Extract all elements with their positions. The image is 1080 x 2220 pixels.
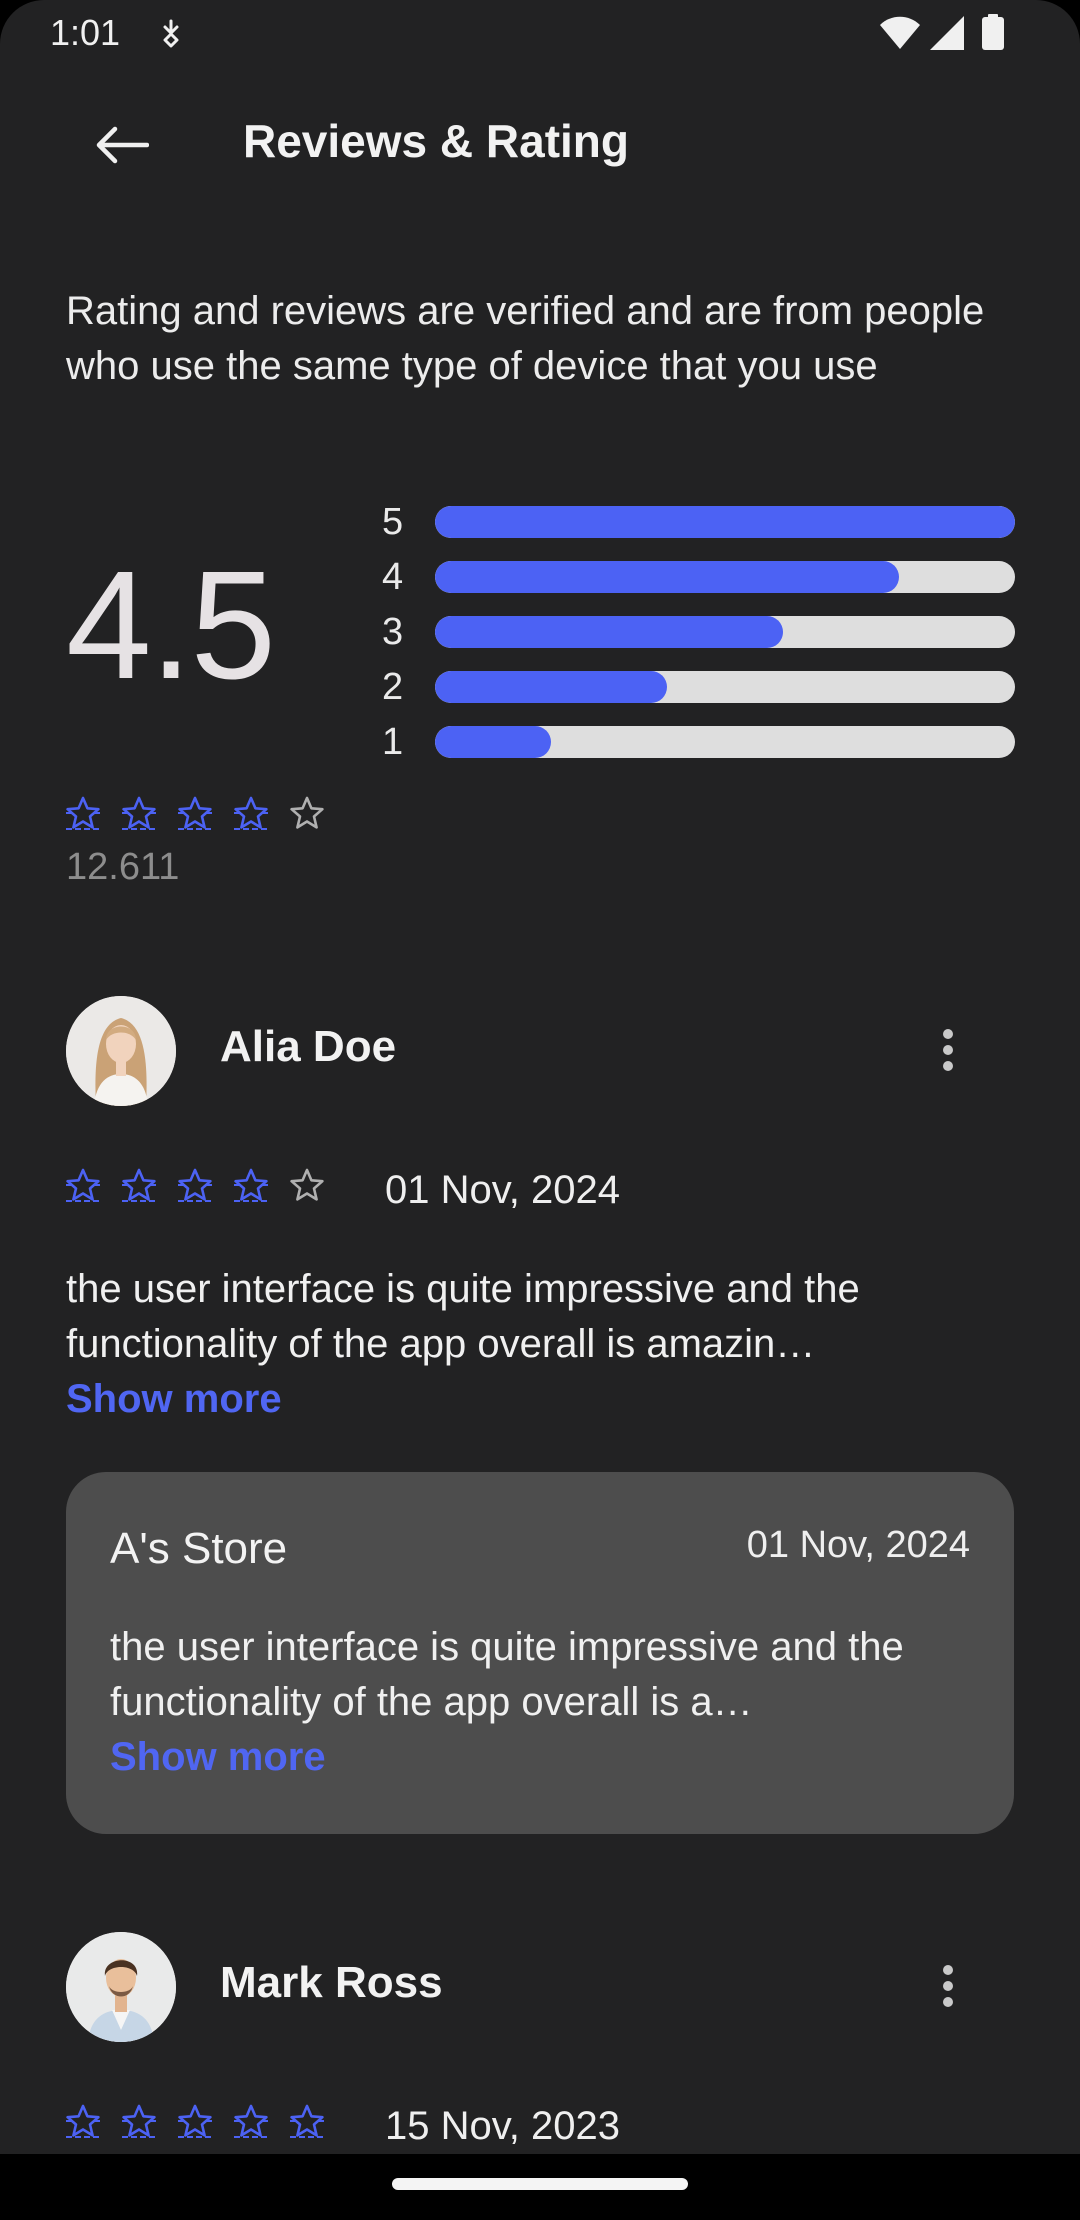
review-star-rating bbox=[66, 1168, 324, 1204]
reply-show-more-link[interactable]: Show more bbox=[110, 1730, 970, 1785]
average-rating: 4.5 bbox=[66, 539, 276, 711]
rating-bar-track bbox=[435, 506, 1015, 538]
more-vert-icon-dot bbox=[943, 1061, 953, 1071]
more-options-button[interactable] bbox=[926, 1020, 970, 1080]
rating-bar-row: 4 bbox=[380, 555, 1016, 610]
rating-distribution: 5 4 3 2 1 bbox=[380, 500, 1016, 775]
rating-bar-track bbox=[435, 671, 1015, 703]
more-vert-icon-dot bbox=[943, 1981, 953, 1991]
star-icon bbox=[66, 1168, 100, 1202]
avatar bbox=[66, 1932, 176, 2042]
back-button[interactable] bbox=[82, 110, 162, 180]
rating-bar-row: 5 bbox=[380, 500, 1016, 555]
review-body: the user interface is quite impressive a… bbox=[66, 1262, 1006, 1427]
show-more-link[interactable]: Show more bbox=[66, 1372, 1006, 1427]
reply-date: 01 Nov, 2024 bbox=[746, 1524, 970, 1566]
more-vert-icon-dot bbox=[943, 1997, 953, 2007]
page-title: Reviews & Rating bbox=[243, 115, 629, 167]
star-icon bbox=[290, 1168, 324, 1201]
rating-bar-track bbox=[435, 561, 1015, 593]
home-indicator[interactable] bbox=[392, 2178, 688, 2190]
star-icon bbox=[178, 1168, 212, 1202]
reviewer-name: Mark Ross bbox=[220, 1958, 443, 2007]
star-icon bbox=[122, 2104, 156, 2138]
navigation-bar bbox=[0, 2154, 1080, 2220]
reviewer-name: Alia Doe bbox=[220, 1022, 397, 1071]
rating-bar-row: 3 bbox=[380, 610, 1016, 665]
data-saver-icon bbox=[156, 18, 186, 53]
review-date: 01 Nov, 2024 bbox=[385, 1168, 620, 1212]
rating-bar-track bbox=[435, 726, 1015, 758]
review-date: 15 Nov, 2023 bbox=[385, 2104, 620, 2148]
reply-body: the user interface is quite impressive a… bbox=[110, 1620, 970, 1785]
star-icon bbox=[234, 1168, 268, 1202]
star-icon bbox=[234, 796, 268, 830]
star-rating bbox=[66, 796, 324, 832]
rating-bar-fill bbox=[435, 616, 783, 648]
reply-text: the user interface is quite impressive a… bbox=[110, 1625, 904, 1724]
arrow-left-icon bbox=[96, 126, 149, 164]
rating-bar-fill bbox=[435, 671, 667, 703]
star-icon bbox=[178, 796, 212, 830]
review-star-rating bbox=[66, 2104, 324, 2140]
star-icon bbox=[122, 1168, 156, 1202]
rating-bar-label: 2 bbox=[382, 666, 404, 708]
rating-bar-fill bbox=[435, 561, 899, 593]
more-vert-icon-dot bbox=[943, 1045, 953, 1055]
rating-bar-track bbox=[435, 616, 1015, 648]
status-bar: 1:01 bbox=[0, 0, 1080, 68]
more-vert-icon bbox=[943, 1029, 953, 1039]
rating-bar-label: 5 bbox=[382, 501, 404, 543]
star-icon bbox=[66, 2104, 100, 2138]
star-icon bbox=[234, 2104, 268, 2138]
rating-bar-label: 3 bbox=[382, 611, 404, 653]
star-icon bbox=[122, 796, 156, 830]
rating-bar-row: 2 bbox=[380, 665, 1016, 720]
rating-bar-fill bbox=[435, 506, 1015, 538]
developer-reply: A's Store 01 Nov, 2024 the user interfac… bbox=[66, 1472, 1014, 1834]
star-icon bbox=[290, 2104, 324, 2138]
star-icon bbox=[66, 796, 100, 830]
avatar bbox=[66, 996, 176, 1106]
status-time: 1:01 bbox=[50, 12, 121, 53]
signal-icon bbox=[930, 16, 964, 55]
reply-store-name: A's Store bbox=[110, 1524, 288, 1573]
more-vert-icon bbox=[943, 1965, 953, 1975]
star-icon bbox=[290, 796, 324, 829]
rating-bar-fill bbox=[435, 726, 551, 758]
rating-bar-label: 4 bbox=[382, 556, 404, 598]
review-count: 12.611 bbox=[66, 846, 180, 888]
review-text: the user interface is quite impressive a… bbox=[66, 1267, 860, 1366]
rating-bar-row: 1 bbox=[380, 720, 1016, 775]
more-options-button[interactable] bbox=[926, 1956, 970, 2016]
reviews-screen: 1:01 Reviews & Rating Rating and reviews… bbox=[0, 0, 1080, 2220]
verification-note: Rating and reviews are verified and are … bbox=[66, 289, 985, 388]
star-icon bbox=[178, 2104, 212, 2138]
rating-bar-label: 1 bbox=[382, 721, 404, 763]
wifi-icon bbox=[880, 16, 920, 55]
battery-icon bbox=[982, 14, 1004, 55]
